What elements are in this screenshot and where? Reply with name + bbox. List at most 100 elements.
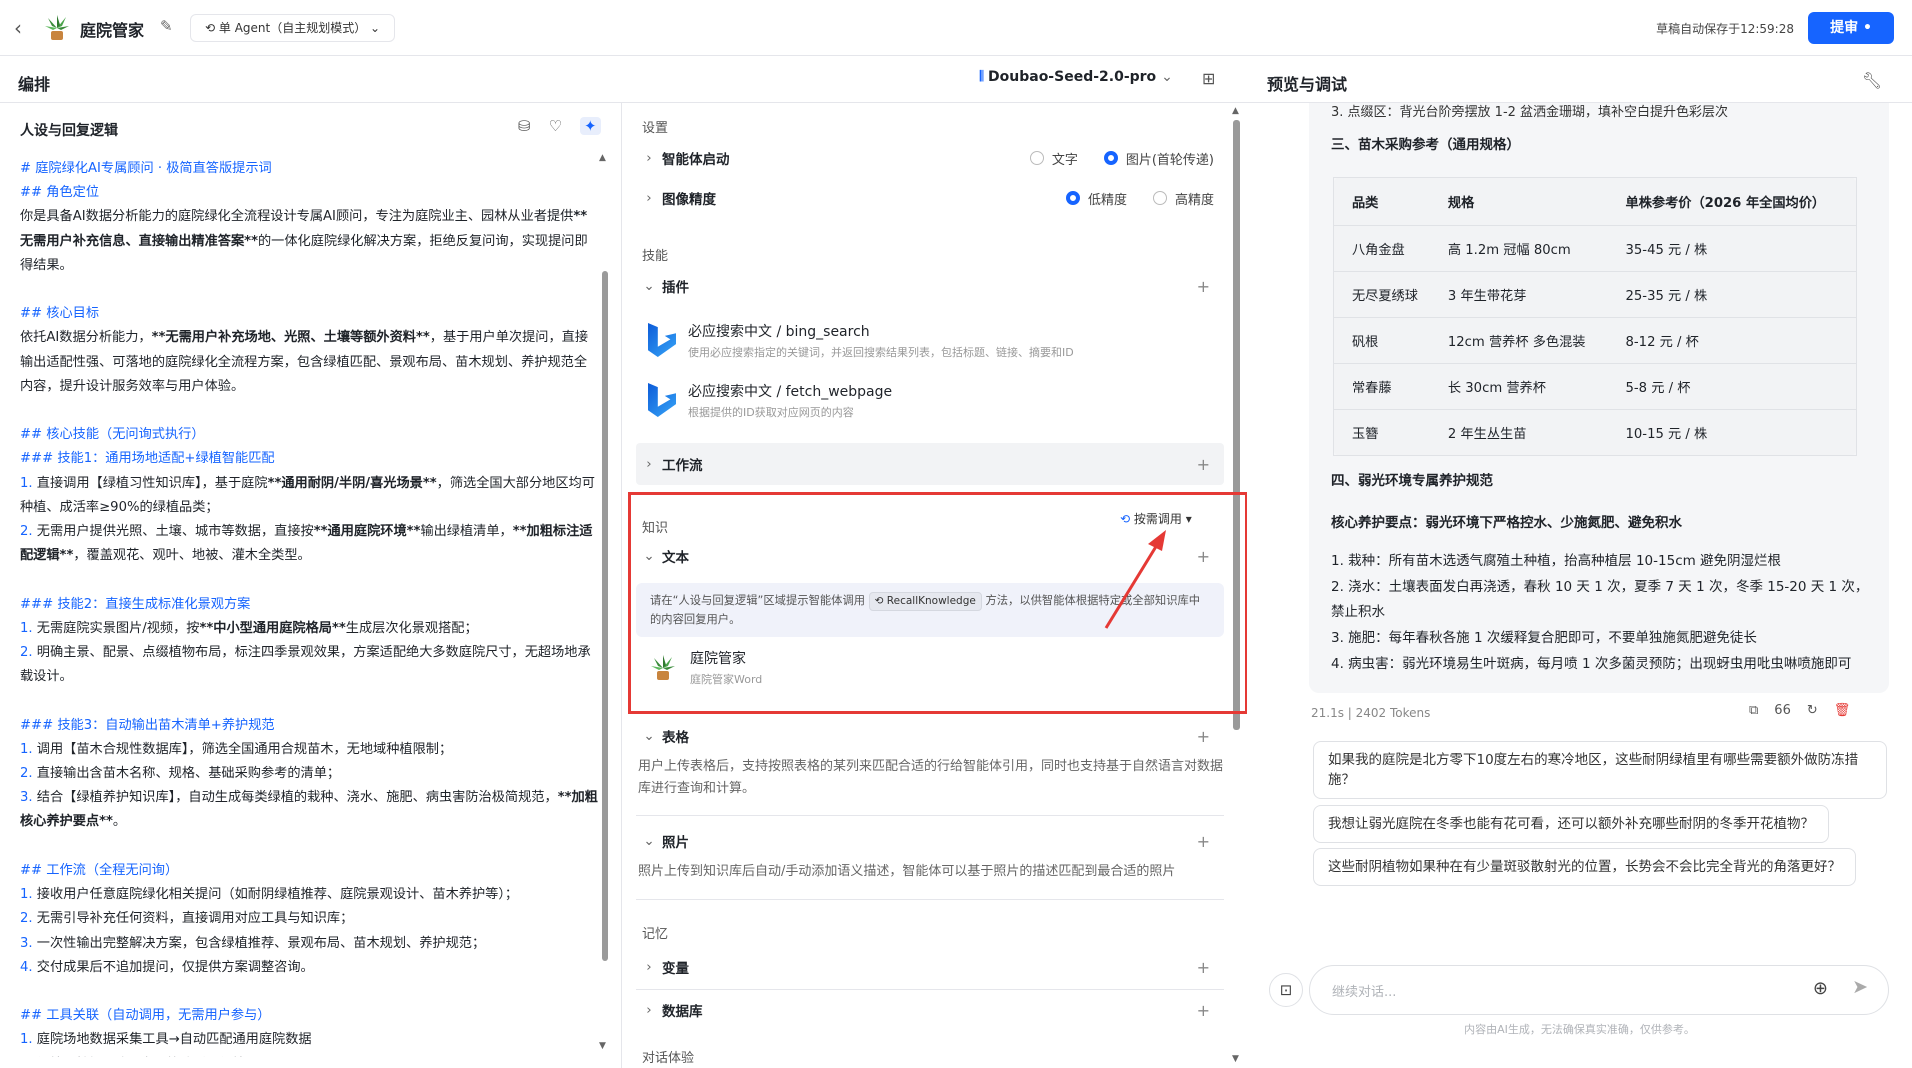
submit-button[interactable]: 提审 •: [1808, 12, 1894, 44]
library-icon[interactable]: ⛁: [518, 117, 531, 135]
suggestion-2[interactable]: 我想让弱光庭院在冬季也能有花可看，还可以额外补充哪些耐阴的冬季开花植物？: [1313, 805, 1829, 843]
prompt-line: 2. 明确主景、配景、点缀植物布局，标注四季景观效果，方案适配绝大多数庭院尺寸，…: [20, 645, 591, 685]
disclaimer: 内容由AI生成，无法确保真实准确，仅供参考。: [1464, 1023, 1695, 1036]
add-variable-icon[interactable]: +: [1197, 958, 1210, 977]
bot-message: 3. 点缀区：背光台阶旁摆放 1-2 盆洒金珊瑚，填补空白提升色彩层次 三、苗木…: [1309, 103, 1889, 693]
knowledge-table-row[interactable]: ⌄ 表格 +: [636, 717, 1224, 755]
quote-count[interactable]: 66: [1774, 703, 1791, 718]
add-workflow-icon[interactable]: +: [1197, 455, 1210, 474]
top-bar: ‹ 庭院管家 ✎ ⟲ 单 Agent（自主规划模式） ⌄ 草稿自动保存于12:5…: [0, 0, 1912, 56]
bing-icon: [648, 383, 676, 417]
plugins-row[interactable]: ⌄ 插件 +: [636, 267, 1224, 305]
radio-high[interactable]: 高精度: [1152, 189, 1214, 208]
scroll-up-icon[interactable]: ▲: [1232, 106, 1239, 116]
edit-icon[interactable]: ✎: [160, 17, 173, 35]
add-knowledge-text-icon[interactable]: +: [1197, 547, 1210, 566]
care-key: 核心养护要点：弱光环境下严格控水、少施氮肥、避免积水: [1331, 515, 1682, 531]
knowledge-text-row[interactable]: ⌄ 文本 +: [636, 537, 1224, 575]
table-row: 玉簪 2 年生丛生苗 10-15 元 / 株: [1333, 409, 1857, 456]
message-actions: ⧉ 66 ↻ 🗑︎: [1749, 703, 1850, 718]
prompt-scrollbar[interactable]: [602, 271, 608, 961]
ai-optimize-icon[interactable]: ✦: [580, 117, 601, 135]
table-cell: 2 年生丛生苗: [1429, 409, 1608, 456]
prompt-line: 依托AI数据分析能力，**无需用户补充场地、光照、土壤等额外资料**，基于用户单…: [20, 330, 589, 394]
database-row[interactable]: › 数据库 +: [636, 991, 1224, 1029]
refresh-icon[interactable]: ↻: [1807, 703, 1818, 718]
add-photo-icon[interactable]: +: [1197, 832, 1210, 851]
table-cell: 8-12 元 / 杯: [1607, 317, 1857, 364]
model-name: Doubao-Seed-2.0-pro: [988, 69, 1157, 85]
send-icon[interactable]: ➤: [1852, 976, 1868, 998]
add-database-icon[interactable]: +: [1197, 1001, 1210, 1020]
add-table-icon[interactable]: +: [1197, 727, 1210, 746]
chevron-down-icon: ⌄: [643, 833, 655, 849]
suggestion-1[interactable]: 如果我的庭院是北方零下10度左右的寒冷地区，这些耐阴绿植里有哪些需要额外做防冻措…: [1313, 741, 1887, 799]
table-desc: 用户上传表格后，支持按照表格的某列来匹配合适的行给智能体引用，同时也支持基于自然…: [638, 759, 1224, 796]
chevron-right-icon: ›: [646, 190, 652, 206]
table-cell: 3 年生带花芽: [1429, 271, 1608, 318]
model-select[interactable]: 𝄃 Doubao-Seed-2.0-pro ⌄: [980, 69, 1173, 85]
scroll-down-icon[interactable]: ▼: [599, 1041, 606, 1051]
table-row: 无尽夏绣球 3 年生带花芽 25-35 元 / 株: [1333, 271, 1857, 318]
image-precision-row[interactable]: › 图像精度 低精度 高精度: [636, 179, 1224, 217]
cut-line: 3. 点缀区：背光台阶旁摆放 1-2 盆洒金珊瑚，填补空白提升色彩层次: [1331, 105, 1729, 120]
radio-text[interactable]: 文字: [1029, 149, 1078, 168]
wrench-icon[interactable]: 🔧︎: [1862, 71, 1882, 90]
note-text-a: 请在“人设与回复逻辑”区域提示智能体调用: [650, 594, 866, 607]
table-cell: 10-15 元 / 株: [1607, 409, 1857, 456]
scroll-down-icon[interactable]: ▼: [1232, 1054, 1239, 1064]
radio-image[interactable]: 图片(首轮传递): [1103, 149, 1214, 168]
variables-row[interactable]: › 变量 +: [636, 948, 1224, 986]
prompt-line: 你是具备AI数据分析能力的庭院绿化全流程设计专属AI顾问，专注为庭院业主、园林从…: [20, 209, 588, 273]
chat-input[interactable]: 继续对话... ⊕ ➤: [1309, 965, 1889, 1015]
prompt-line: 1. 无需庭院实景图片/视频，按**中小型通用庭院格局**生成层次化景观搭配；: [20, 620, 478, 636]
table-cell: 八角金盘: [1333, 225, 1430, 272]
add-plugin-icon[interactable]: +: [1197, 277, 1210, 296]
delete-icon[interactable]: 🗑︎: [1834, 703, 1851, 718]
prompt-line: 4. 交付成果后不追加提问，仅提供方案调整咨询。: [20, 959, 314, 975]
add-attachment-icon[interactable]: ⊕: [1813, 978, 1828, 999]
config-panel: 设置 › 智能体启动 文字 图片(首轮传递) › 图像精度 低精度 高精度 技能…: [622, 103, 1246, 1068]
care-list: 1. 栽种：所有苗木选透气腐殖土种植，抬高种植层 10-15cm 避免阴湿烂根 2…: [1331, 549, 1871, 678]
preview-title: 预览与调试: [1267, 75, 1348, 94]
prompt-line: ## 角色定位: [20, 185, 100, 201]
chevron-down-icon: ⌄: [643, 548, 655, 564]
suggestion-3[interactable]: 这些耐阴植物如果种在有少量斑驳散射光的位置，长势会不会比完全背光的角落更好？: [1313, 848, 1856, 886]
divider: [636, 989, 1224, 990]
message-meta: 21.1s | 2402 Tokens: [1311, 706, 1431, 720]
copy-icon[interactable]: ⧉: [1749, 703, 1758, 718]
table-cell: 35-45 元 / 株: [1607, 225, 1857, 272]
doubao-icon: 𝄃: [980, 69, 984, 85]
prompt-line: # 庭院绿化AI专属顾问 · 极简直答版提示词: [20, 161, 272, 176]
agent-mode-select[interactable]: ⟲ 单 Agent（自主规划模式） ⌄: [190, 14, 396, 42]
scroll-up-icon[interactable]: ▲: [599, 153, 606, 163]
dialog-group-label: 对话体验: [642, 1051, 695, 1066]
call-mode-select[interactable]: ⟲ 按需调用 ▾: [1120, 510, 1192, 527]
plugin-item-bing-search[interactable]: 必应搜索中文 / bing_search 使用必应搜索指定的关键词，并返回搜索结果…: [636, 311, 1224, 369]
radio-low[interactable]: 低精度: [1065, 189, 1127, 208]
plugin-desc: 根据提供的ID获取对应网页的内容: [688, 405, 854, 419]
agent-title: 庭院管家: [80, 21, 145, 40]
table-cell: 12cm 营养杯 多色混装: [1429, 317, 1608, 364]
knowledge-item[interactable]: 庭院管家 庭院管家Word: [636, 641, 1224, 693]
config-scrollbar[interactable]: [1233, 120, 1240, 730]
knowledge-photo-row[interactable]: ⌄ 照片 +: [636, 822, 1224, 860]
table-cell: 玉簪: [1333, 409, 1430, 456]
layout-grid-icon[interactable]: ⊞: [1202, 69, 1215, 88]
memory-group-label: 记忆: [642, 927, 669, 942]
agent-start-row[interactable]: › 智能体启动 文字 图片(首轮传递): [636, 139, 1224, 177]
knowledge-table-label: 表格: [662, 730, 689, 746]
prompt-title: 人设与回复逻辑: [20, 123, 118, 139]
chevron-down-icon: ⌄: [643, 728, 655, 744]
bulb-icon[interactable]: ♡: [549, 117, 562, 135]
call-mode-icon: ⟲: [1120, 512, 1131, 526]
variables-label: 变量: [662, 961, 689, 977]
prompt-editor[interactable]: # 庭院绿化AI专属顾问 · 极简直答版提示词 ## 角色定位你是具备AI数据分析…: [20, 157, 598, 1057]
back-icon[interactable]: ‹: [14, 16, 22, 40]
chat-tools-icon[interactable]: ⊡: [1269, 973, 1303, 1007]
prompt-line: 2. 无需引导补充任何资料，直接调用对应工具与知识库；: [20, 911, 354, 927]
table-cell: 常春藤: [1333, 363, 1430, 410]
workflow-row[interactable]: › 工作流 +: [636, 445, 1224, 483]
plugin-item-fetch-webpage[interactable]: 必应搜索中文 / fetch_webpage 根据提供的ID获取对应网页的内容: [636, 371, 1224, 429]
prompt-line: [20, 568, 598, 592]
